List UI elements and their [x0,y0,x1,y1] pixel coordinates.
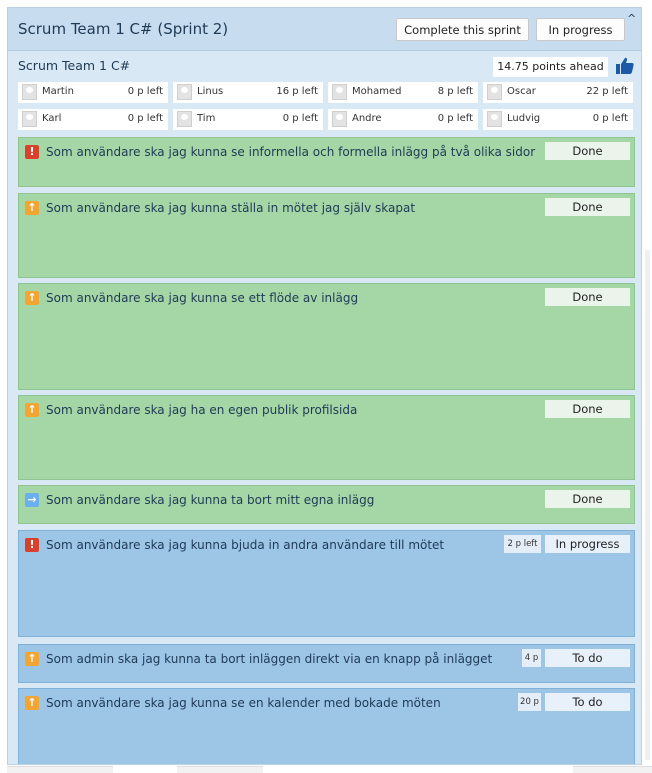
priority-high-icon: ↑ [25,291,39,305]
member-martin: Martin 0 p left [18,82,168,103]
sprint-header: Scrum Team 1 C# (Sprint 2) Complete this… [8,8,641,51]
member-name: Andre [352,113,382,124]
avatar-icon [332,111,347,127]
priority-critical-icon: ! [25,538,39,552]
priority-high-icon: ↑ [25,696,39,710]
member-points-left: 0 p left [127,113,163,124]
member-points-left: 0 p left [592,113,628,124]
story-card[interactable]: → Som användare ska jag kunna ta bort mi… [18,485,635,524]
story-card[interactable]: ! Som användare ska jag kunna bjuda in a… [18,530,635,637]
points-ahead-badge: 14.75 points ahead [493,57,608,77]
story-title: Som admin ska jag kunna ta bort inläggen… [46,652,493,666]
story-status-button[interactable]: Done [545,288,630,306]
priority-critical-icon: ! [25,145,39,159]
avatar-icon [487,84,502,100]
member-name: Martin [42,86,74,97]
story-card[interactable]: ↑ Som användare ska jag kunna ställa in … [18,193,635,278]
member-name: Tim [197,113,216,124]
collapse-icon[interactable]: ^ [627,12,636,25]
member-name: Linus [197,86,224,97]
story-status-button[interactable]: To do [545,649,630,667]
member-mohamed: Mohamed 8 p left [328,82,478,103]
story-status-button[interactable]: Done [545,400,630,418]
story-title: Som användare ska jag kunna ta bort mitt… [46,493,375,507]
team-name: Scrum Team 1 C# [18,58,131,73]
story-title: Som användare ska jag kunna se en kalend… [46,696,441,710]
thumbs-up-icon [616,57,634,74]
story-title: Som användare ska jag kunna se ett flöde… [46,291,359,305]
story-card[interactable]: ↑ Som användare ska jag kunna se ett flö… [18,283,635,390]
member-karl: Karl 0 p left [18,109,168,130]
story-status-button[interactable]: Done [545,142,630,160]
story-title: Som användare ska jag kunna ställa in mö… [46,201,416,215]
member-linus: Linus 16 p left [173,82,323,103]
story-points-badge: 20 p [518,693,541,711]
priority-high-icon: ↑ [25,201,39,215]
story-status-button[interactable]: To do [545,693,630,711]
story-status-button[interactable]: Done [545,490,630,508]
story-card[interactable]: ! Som användare ska jag kunna se informe… [18,137,635,187]
member-points-left: 0 p left [127,86,163,97]
sprint-title: Scrum Team 1 C# (Sprint 2) [18,20,229,38]
story-card[interactable]: ↑ Som admin ska jag kunna ta bort inlägg… [18,644,635,683]
avatar-icon [177,84,192,100]
sprint-status-button[interactable]: In progress [536,18,625,41]
member-name: Karl [42,113,62,124]
story-title: Som användare ska jag ha en egen publik … [46,403,358,417]
story-points-badge: 2 p left [504,535,541,553]
story-title: Som användare ska jag kunna bjuda in and… [46,538,445,552]
member-name: Ludvig [507,113,541,124]
member-points-left: 16 p left [276,86,318,97]
member-points-left: 0 p left [437,113,473,124]
story-points-badge: 4 p [522,649,541,667]
member-points-left: 0 p left [282,113,318,124]
member-name: Mohamed [352,86,402,97]
member-oscar: Oscar 22 p left [483,82,633,103]
priority-high-icon: ↑ [25,652,39,666]
member-ludvig: Ludvig 0 p left [483,109,633,130]
story-status-button[interactable]: In progress [545,535,630,553]
story-status-button[interactable]: Done [545,198,630,216]
complete-sprint-button[interactable]: Complete this sprint [396,18,529,41]
priority-high-icon: ↑ [25,403,39,417]
member-name: Oscar [507,86,536,97]
avatar-icon [177,111,192,127]
avatar-icon [332,84,347,100]
avatar-icon [22,111,37,127]
member-points-left: 22 p left [586,86,628,97]
story-card[interactable]: ↑ Som användare ska jag kunna se en kale… [18,688,635,764]
story-card[interactable]: ↑ Som användare ska jag ha en egen publi… [18,395,635,480]
member-andre: Andre 0 p left [328,109,478,130]
story-title: Som användare ska jag kunna se informell… [46,145,536,159]
avatar-icon [22,84,37,100]
scrollbar[interactable] [645,250,650,760]
priority-normal-icon: → [25,493,39,507]
member-points-left: 8 p left [437,86,473,97]
avatar-icon [487,111,502,127]
sprint-panel: Scrum Team 1 C# (Sprint 2) Complete this… [7,7,642,765]
member-tim: Tim 0 p left [173,109,323,130]
